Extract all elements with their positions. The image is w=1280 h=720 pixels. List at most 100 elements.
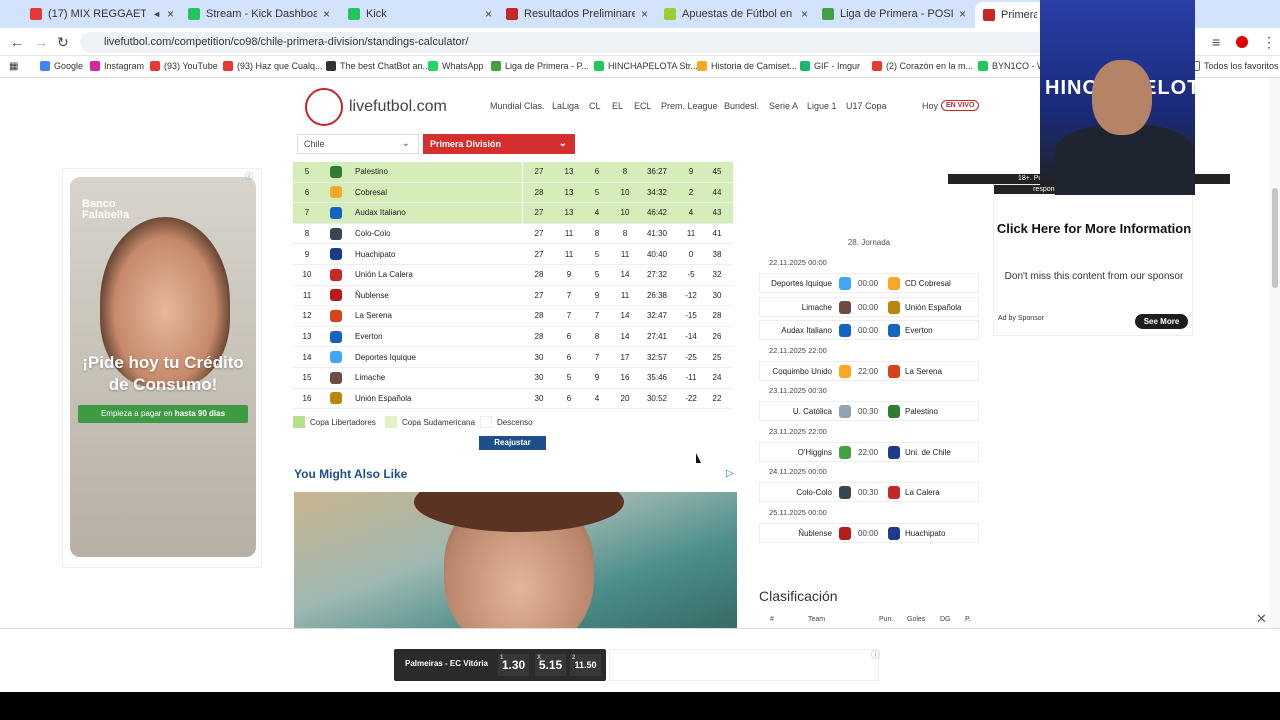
bookmark-item[interactable]: Google — [40, 61, 83, 71]
away-team[interactable]: La Calera — [905, 488, 940, 497]
nav-link[interactable]: Prem. League — [661, 101, 718, 111]
tabs-menu-icon[interactable]: ≡ — [1212, 34, 1220, 50]
info-icon[interactable]: ⓘ — [871, 648, 880, 661]
fixture-row[interactable]: Coquimbo Unido 22:00 La Serena — [759, 360, 979, 381]
odd-home[interactable]: 1 1.30 — [498, 654, 529, 676]
ad-banner-right[interactable]: responsiblegambling.org Licencia MGA Cli… — [993, 184, 1194, 336]
home-team[interactable]: O'Higgins — [798, 448, 832, 457]
browser-tab[interactable]: Apuestas de Fútbol en Jugabet× — [656, 4, 816, 24]
team-name[interactable]: Audax Italiano — [355, 208, 406, 217]
site-logo[interactable]: livefutbol.com — [305, 88, 447, 126]
fixture-row[interactable]: Audax Italiano 00:00 Everton — [759, 320, 979, 340]
table-row[interactable]: 6 28 13 5 10 34:32 2 44 Cobresal — [293, 182, 733, 204]
scrollbar[interactable] — [1270, 78, 1280, 690]
nav-link[interactable]: EL — [612, 101, 623, 111]
team-name[interactable]: Ñublense — [355, 291, 389, 300]
bookmark-item[interactable]: (93) Haz que Cualq... — [223, 61, 323, 71]
speaker-icon[interactable]: ◄ — [152, 9, 161, 19]
team-name[interactable]: Limache — [355, 373, 385, 382]
odd-away[interactable]: 2 11.50 — [570, 654, 601, 676]
browser-tab[interactable]: Stream - Kick Dashboard × — [180, 4, 338, 24]
nav-link[interactable]: CL — [589, 101, 601, 111]
team-name[interactable]: Palestino — [355, 167, 388, 176]
browser-tab[interactable]: Resultados Preliminares × — [498, 4, 656, 24]
team-name[interactable]: Unión Española — [355, 394, 411, 403]
home-team[interactable]: Ñublense — [798, 529, 832, 538]
country-select[interactable]: Chile ⌄ — [297, 134, 419, 154]
nav-link[interactable]: LaLiga — [552, 101, 579, 111]
table-row[interactable]: 15 30 5 9 16 35:46 -11 24 Limache — [293, 368, 733, 389]
league-select[interactable]: Primera División ⌄ — [423, 134, 575, 154]
table-row[interactable]: 9 27 11 5 11 40:40 0 38 Huachipato — [293, 244, 733, 265]
bookmark-item[interactable]: Liga de Primera - P... — [491, 61, 589, 71]
table-row[interactable]: 14 30 6 7 17 32:57 -25 25 Deportes Iquique — [293, 347, 733, 368]
live-badge[interactable]: EN VIVO — [941, 100, 980, 111]
close-tab-icon[interactable]: × — [167, 7, 174, 21]
table-row[interactable]: 16 30 6 4 20 30:52 -22 22 Unión Española — [293, 389, 733, 410]
table-row[interactable]: 8 27 11 8 8 41:30 11 41 Colo-Colo — [293, 224, 733, 245]
nav-link[interactable]: Ligue 1 — [807, 101, 837, 111]
nav-link[interactable]: Hoy — [922, 101, 938, 111]
see-more-button[interactable]: See More — [1135, 314, 1188, 329]
ad-banner-left[interactable]: Banco Falabella ¡Pide hoy tu Crédito de … — [62, 168, 262, 568]
bookmark-item[interactable]: HINCHAPELOTA Str... — [594, 61, 698, 71]
forward-icon[interactable]: → — [34, 34, 48, 50]
close-tab-icon[interactable]: × — [801, 7, 808, 21]
away-team[interactable]: Everton — [905, 326, 933, 335]
bookmark-item[interactable]: WhatsApp — [428, 61, 484, 71]
fixture-row[interactable]: O'Higgins 22:00 Uni. de Chile — [759, 441, 979, 462]
away-team[interactable]: Palestino — [905, 407, 938, 416]
all-bookmarks[interactable]: Todos los favoritos — [1190, 61, 1279, 71]
away-team[interactable]: La Serena — [905, 367, 942, 376]
ad-cta[interactable]: Empieza a pagar en hasta 90 días — [78, 405, 248, 423]
home-team[interactable]: Audax Italiano — [781, 326, 832, 335]
close-tab-icon[interactable]: × — [485, 7, 492, 21]
scrollbar-thumb[interactable] — [1272, 188, 1278, 288]
table-row[interactable]: 5 27 13 6 8 36:27 9 45 Palestino — [293, 162, 733, 183]
close-icon[interactable]: ✕ — [1256, 611, 1267, 627]
team-name[interactable]: Deportes Iquique — [355, 353, 416, 362]
away-team[interactable]: Unión Española — [905, 303, 961, 312]
ad-info-icon[interactable]: ⓘ — [245, 171, 253, 182]
away-team[interactable]: CD Cobresal — [905, 279, 951, 288]
nav-link[interactable]: Mundial Clas. — [490, 101, 545, 111]
browser-tab[interactable]: Kick × — [340, 4, 500, 24]
close-tab-icon[interactable]: × — [641, 7, 648, 21]
home-team[interactable]: Deportes Iquique — [771, 279, 832, 288]
promo-photo[interactable] — [294, 492, 737, 628]
fixture-row[interactable]: U. Católica 00:30 Palestino — [759, 401, 979, 421]
home-team[interactable]: Colo-Colo — [796, 488, 832, 497]
menu-icon[interactable]: ⋮ — [1262, 34, 1276, 51]
team-name[interactable]: Cobresal — [355, 188, 387, 197]
browser-tab[interactable]: Primera Divi — [975, 2, 1045, 28]
fixture-row[interactable]: Ñublense 00:00 Huachipato — [759, 522, 979, 543]
away-team[interactable]: Uni. de Chile — [905, 448, 951, 457]
table-row[interactable]: 10 28 9 5 14 27:32 -5 32 Unión La Calera — [293, 265, 733, 286]
back-icon[interactable]: ← — [10, 34, 24, 50]
profile-avatar[interactable] — [1236, 36, 1248, 48]
bet-widget[interactable]: Palmeiras - EC Vitória 1 1.30 X 5.15 2 11.5… — [394, 649, 606, 681]
bookmark-item[interactable]: (93) YouTube — [150, 61, 218, 71]
bookmark-item[interactable]: Historia de Camiset... — [697, 61, 797, 71]
team-name[interactable]: La Serena — [355, 311, 392, 320]
team-name[interactable]: Colo-Colo — [355, 229, 391, 238]
table-row[interactable]: 12 28 7 7 14 32:47 -15 28 La Serena — [293, 306, 733, 327]
apps-icon[interactable]: ▦ — [9, 61, 18, 72]
team-name[interactable]: Unión La Calera — [355, 270, 413, 279]
home-team[interactable]: U. Católica — [793, 407, 832, 416]
away-team[interactable]: Huachipato — [905, 529, 945, 538]
nav-link[interactable]: Bundesl. — [724, 101, 759, 111]
close-tab-icon[interactable]: × — [323, 7, 330, 21]
reload-icon[interactable]: ↻ — [57, 34, 69, 51]
url-field[interactable]: livefutbol.com/competition/co98/chile-pr… — [80, 32, 1150, 53]
home-team[interactable]: Limache — [802, 303, 832, 312]
home-team[interactable]: Coquimbo Unido — [772, 367, 832, 376]
fixture-row[interactable]: Colo-Colo 00:30 La Calera — [759, 482, 979, 502]
table-row[interactable]: 7 27 13 4 10 46:42 4 43 Audax Italiano — [293, 203, 733, 224]
browser-tab[interactable]: Liga de Primera - POSICIONES× — [814, 4, 974, 24]
play-icon[interactable]: ▷ — [726, 468, 734, 479]
recalc-button[interactable]: Reajustar — [479, 436, 546, 450]
nav-link[interactable]: Serie A — [769, 101, 798, 111]
fixture-row[interactable]: Limache 00:00 Unión Española — [759, 296, 979, 317]
bookmark-item[interactable]: GIF - Imgur — [800, 61, 860, 71]
